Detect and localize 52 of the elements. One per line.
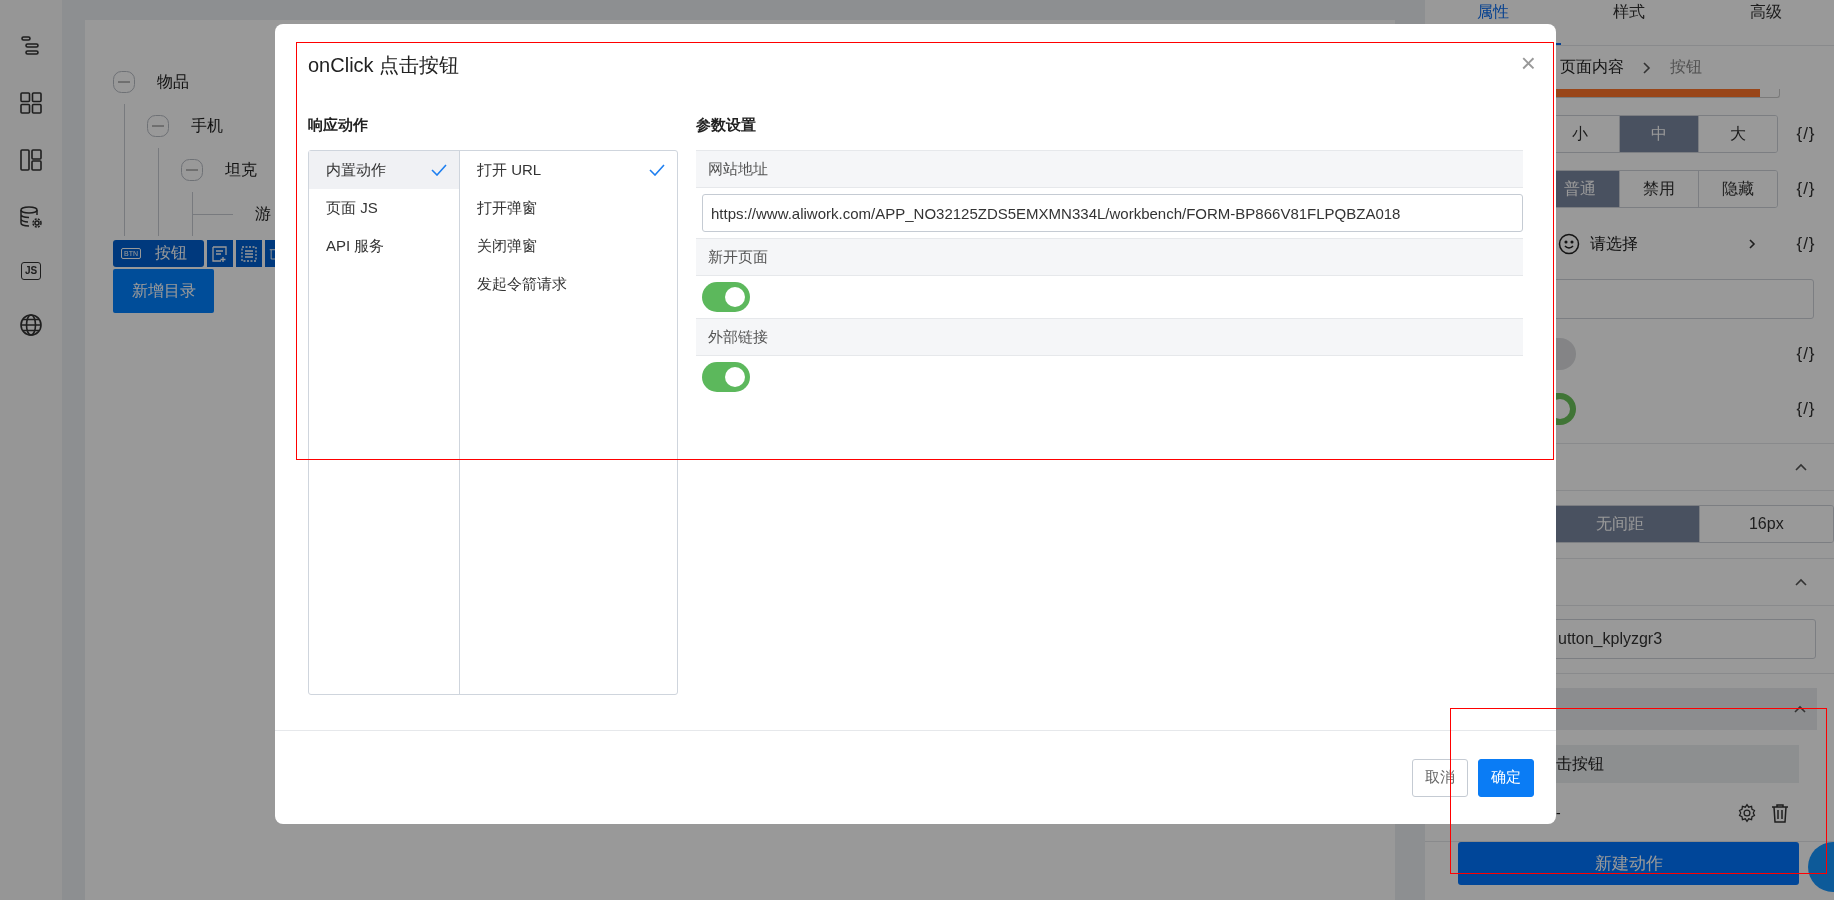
- icon-select-placeholder[interactable]: 请选择: [1590, 233, 1738, 255]
- dialog-title: onClick 点击按钮: [307, 53, 460, 78]
- tree-node-label[interactable]: 游: [255, 203, 271, 225]
- tree-node-label[interactable]: 物品: [157, 71, 189, 93]
- field-label: 网站地址: [696, 150, 1523, 188]
- toggle-switch[interactable]: [702, 362, 750, 392]
- tree-node-label[interactable]: 手机: [191, 115, 223, 137]
- variable-binding-button[interactable]: {/}: [1778, 124, 1834, 144]
- chevron-up-icon[interactable]: [1794, 577, 1808, 587]
- globe-icon[interactable]: [19, 313, 43, 337]
- chevron-up-icon[interactable]: [1793, 704, 1807, 714]
- variable-binding-button[interactable]: {/}: [1778, 344, 1834, 364]
- field-label: 外部链接: [696, 318, 1523, 356]
- smiley-icon: [1558, 233, 1580, 255]
- layout-icon[interactable]: [19, 148, 43, 172]
- toggle-switch[interactable]: [702, 282, 750, 312]
- new-action-button[interactable]: 新建动作: [1458, 842, 1799, 885]
- add-directory-button[interactable]: 新增目录: [113, 269, 214, 313]
- settings-icon[interactable]: [1737, 803, 1757, 823]
- segment-option[interactable]: 16px: [1698, 506, 1833, 542]
- action-detail: -: [1555, 805, 1562, 821]
- database-gear-icon[interactable]: [19, 205, 43, 229]
- trash-icon[interactable]: [1771, 803, 1789, 823]
- action-item[interactable]: 打开弹窗: [460, 189, 677, 227]
- action-category-item[interactable]: 内置动作: [309, 151, 459, 189]
- add-child-icon[interactable]: [207, 240, 233, 267]
- action-category-item[interactable]: 页面 JS: [309, 189, 459, 227]
- field-label: 新开页面: [696, 238, 1523, 276]
- chevron-right-icon: [1642, 60, 1652, 75]
- variable-binding-button[interactable]: {/}: [1778, 399, 1834, 419]
- action-item[interactable]: 打开 URL: [460, 151, 677, 189]
- panel-tab[interactable]: 样式: [1561, 0, 1698, 45]
- action-item[interactable]: 关闭弹窗: [460, 227, 677, 265]
- action-category-item[interactable]: API 服务: [309, 227, 459, 265]
- variable-binding-button[interactable]: {/}: [1778, 179, 1834, 199]
- section-heading: 响应动作: [308, 116, 369, 135]
- breadcrumb-item[interactable]: 页面内容: [1560, 57, 1624, 78]
- action-item[interactable]: 发起令箭请求: [460, 265, 677, 303]
- breadcrumb-item: 按钮: [1670, 57, 1702, 77]
- url-field[interactable]: https://www.aliwork.com/APP_NO32125ZDS5EMXMN334L/workbench/FORM-BP866V81FLPQBZA018: [702, 194, 1523, 232]
- js-icon[interactable]: JS: [20, 262, 42, 280]
- tree-node-label[interactable]: 坦克: [225, 159, 257, 181]
- segment-option[interactable]: 大: [1698, 116, 1777, 152]
- chevron-up-icon[interactable]: [1794, 462, 1808, 472]
- panel-tab[interactable]: 高级: [1697, 0, 1834, 45]
- checkmark-icon: [431, 164, 447, 176]
- segment-option[interactable]: 隐藏: [1698, 171, 1777, 207]
- grid-icon[interactable]: [19, 91, 43, 115]
- chevron-right-icon[interactable]: [1748, 238, 1756, 250]
- variable-binding-button[interactable]: {/}: [1778, 234, 1834, 254]
- section-heading: 参数设置: [696, 116, 757, 135]
- confirm-button[interactable]: 确定: [1478, 758, 1534, 797]
